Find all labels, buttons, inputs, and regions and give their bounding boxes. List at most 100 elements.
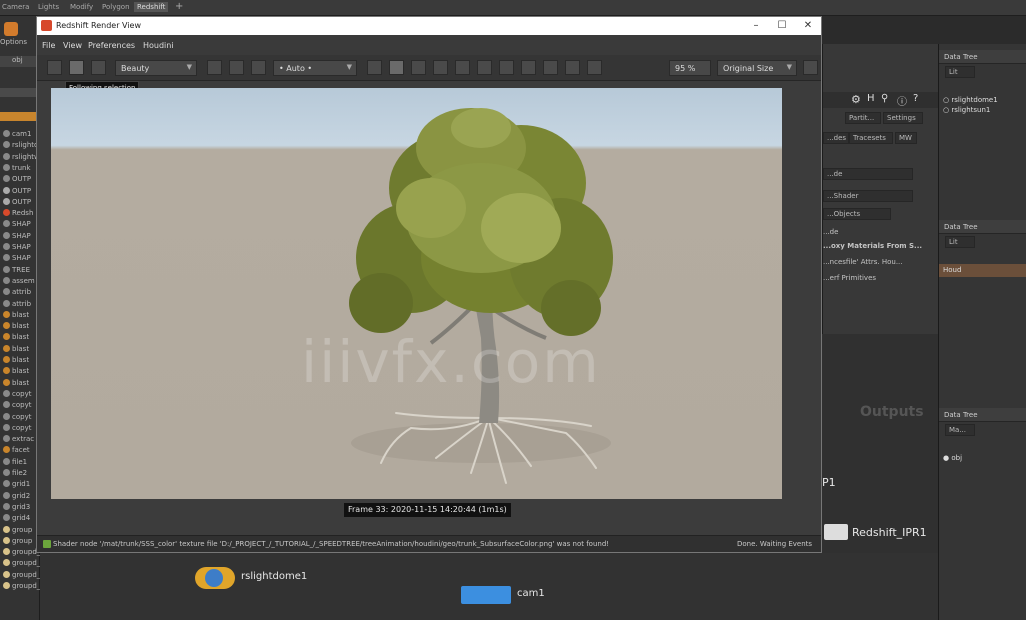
tree-node-item[interactable]: attrib [0, 299, 40, 311]
tree-node-item[interactable]: group [0, 536, 40, 548]
tree-node-item[interactable]: grid3 [0, 502, 40, 514]
tree-node-item[interactable]: blast [0, 356, 40, 367]
aov-select[interactable]: Beauty ▼ [115, 60, 197, 76]
param-shader-select[interactable]: ...Shader [823, 190, 913, 202]
tree-node-item[interactable]: cam1 [0, 130, 40, 141]
tree-node-item[interactable]: blast [0, 378, 40, 390]
tree-node-item[interactable]: copyt [0, 401, 40, 412]
expand-icon[interactable] [477, 60, 492, 75]
cam1-node[interactable] [461, 586, 511, 604]
data-tree-header-2[interactable]: Data Tree [939, 220, 1026, 234]
data-tree-combo-1[interactable]: Lit [945, 66, 975, 78]
layers-icon[interactable] [565, 60, 580, 75]
tree-node-item[interactable]: blast [0, 344, 40, 356]
settings-gear-icon[interactable] [803, 60, 818, 75]
lock-icon[interactable] [411, 60, 426, 75]
tree-node-item[interactable]: copyt [0, 389, 40, 401]
snapshot-icon[interactable] [207, 60, 222, 75]
tree-node-item[interactable]: SHAP [0, 243, 40, 254]
tab-settings[interactable]: Settings [883, 112, 923, 124]
crop-region-icon[interactable] [251, 60, 266, 75]
data-tree-combo-2[interactable]: Lit [945, 236, 975, 248]
tree-node-item[interactable]: groupd_0 [0, 548, 40, 559]
tree-item-houd[interactable]: Houd [939, 264, 1026, 277]
tree-item-rslightsun1[interactable]: ○ rslightsun1 [943, 106, 990, 114]
tree-node-item[interactable]: OUTP [0, 186, 40, 198]
options-icon[interactable] [4, 22, 18, 36]
tree-node-item[interactable]: file2 [0, 469, 40, 480]
shelf-tab-lights[interactable]: Lights [38, 3, 59, 11]
tree-node-item[interactable]: trunk [0, 163, 40, 175]
zoom-fit-icon[interactable] [433, 60, 448, 75]
help-question-icon[interactable]: ? [913, 93, 918, 104]
size-select[interactable]: Original Size ▼ [717, 60, 797, 76]
help-h-icon[interactable]: H [867, 93, 875, 104]
param-instancefile-attrs[interactable]: ...ncesfile' Attrs. Hou... [823, 258, 903, 266]
compare-icon[interactable] [499, 60, 514, 75]
obj-path-field[interactable]: obj [0, 56, 40, 67]
shelf-tab-polygon[interactable]: Polygon [102, 3, 130, 11]
shelf-tab-camera[interactable]: Camera [2, 3, 29, 11]
minimize-icon[interactable]: – [749, 19, 763, 33]
tree-node-item[interactable]: assem [0, 276, 40, 288]
tree-node-item[interactable]: Redsh [0, 209, 40, 220]
cam1-label[interactable]: cam1 [517, 588, 545, 599]
data-tree-header-1[interactable]: Data Tree [939, 50, 1026, 64]
tree-node-item[interactable]: grid4 [0, 514, 40, 525]
tree-node-item[interactable]: grid2 [0, 491, 40, 503]
shelf-tab-redshift[interactable]: Redshift [134, 2, 169, 12]
search-icon[interactable]: ⚲ [881, 93, 888, 104]
tree-node-item[interactable]: SHAP [0, 231, 40, 243]
circle-icon[interactable] [455, 60, 470, 75]
tree-node-item[interactable]: blast [0, 322, 40, 333]
tab-tracesets[interactable]: Tracesets [849, 132, 893, 144]
tree-node-item[interactable]: OUTP [0, 197, 40, 209]
tree-node-item[interactable]: file1 [0, 457, 40, 469]
data-tree-header-3[interactable]: Data Tree [939, 408, 1026, 422]
menu-file[interactable]: File [42, 41, 55, 50]
param-mode-select[interactable]: ...de [823, 168, 913, 180]
param-proxy-materials[interactable]: ...oxy Materials From S... [823, 242, 922, 250]
data-tree-combo-3[interactable]: Ma... [945, 424, 975, 436]
grid-icon[interactable] [521, 60, 536, 75]
tree-node-item[interactable]: grid1 [0, 480, 40, 491]
tree-item-rslightdome1[interactable]: ○ rslightdome1 [943, 96, 998, 104]
tree-node-item[interactable]: SHAP [0, 220, 40, 231]
render-image[interactable]: iiivfx.com [51, 88, 782, 499]
tree-node-item[interactable]: groupd_0 [0, 570, 40, 582]
close-icon[interactable]: ✕ [801, 19, 815, 33]
bucket-icon[interactable] [367, 60, 382, 75]
partial-node-label[interactable]: P1 [822, 476, 836, 489]
menu-preferences[interactable]: Preferences [88, 41, 135, 50]
maximize-icon[interactable]: ☐ [775, 19, 789, 33]
tree-node-item[interactable]: attrib [0, 288, 40, 299]
tree-node-item[interactable]: facet [0, 446, 40, 457]
tree-toolbar[interactable] [0, 88, 40, 97]
title-bar[interactable]: Redshift Render View – ☐ ✕ [37, 17, 821, 35]
tree-node-item[interactable]: blast [0, 367, 40, 378]
rslightdome1-label[interactable]: rslightdome1 [241, 571, 307, 582]
tree-node-item[interactable]: groupd_0 [0, 582, 40, 593]
add-shelf-tab-icon[interactable]: + [175, 1, 183, 12]
tree-item-obj[interactable]: ● obj [943, 454, 962, 462]
history-icon[interactable] [587, 60, 602, 75]
menu-view[interactable]: View [63, 41, 82, 50]
auto-exposure-select[interactable]: • Auto • ▼ [273, 60, 357, 76]
tree-node-item[interactable]: SHAP [0, 254, 40, 265]
menu-houdini[interactable]: Houdini [143, 41, 174, 50]
tab-mw[interactable]: MW [895, 132, 917, 144]
redshift-ipr-node[interactable] [824, 524, 848, 540]
param-surf-primitives[interactable]: ...erf Primitives [823, 274, 876, 282]
tree-node-item[interactable]: blast [0, 310, 40, 322]
gear-icon[interactable]: ⚙ [851, 93, 861, 106]
tree-node-item[interactable]: groupd_0 [0, 559, 40, 570]
shelf-tab-modify[interactable]: Modify [70, 3, 93, 11]
info-icon[interactable]: ⓘ [897, 93, 907, 108]
tab-partitions[interactable]: Partit... [845, 112, 881, 124]
redshift-ipr-label[interactable]: Redshift_IPR1 [852, 526, 927, 539]
tree-node-item[interactable]: extrac [0, 435, 40, 446]
tree-node-item[interactable]: group [0, 525, 40, 537]
tree-node-item[interactable]: rslightw [0, 152, 40, 164]
channel-icon[interactable] [543, 60, 558, 75]
progressive-icon[interactable] [389, 60, 404, 75]
